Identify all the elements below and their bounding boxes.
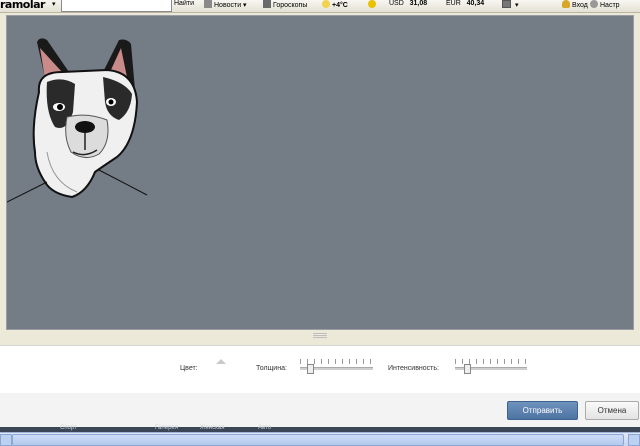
thickness-slider[interactable]: [300, 359, 373, 374]
color-picker-arrow-icon[interactable]: [216, 359, 226, 364]
settings-label: Настр: [600, 2, 620, 9]
toolbar-logo[interactable]: ramolar: [0, 0, 46, 11]
weather-value: +4°C: [332, 2, 348, 9]
bg-item-0: Спорт: [60, 425, 77, 431]
horoscope-label: Гороскопы: [273, 2, 308, 9]
intensity-label: Интенсивность:: [388, 365, 439, 372]
horizontal-scrollbar[interactable]: [0, 432, 640, 446]
news-label: Новости: [214, 2, 242, 9]
intensity-slider[interactable]: [455, 359, 527, 374]
drawing-controls: Цвет: Толщина: Интенсивность:: [0, 345, 640, 395]
browser-toolbar: ramolar ▾ Найти Новости ▾ Гороскопы +4°C…: [0, 0, 640, 13]
dog-drawing: [7, 38, 148, 203]
login-button[interactable]: Вход: [562, 0, 588, 9]
bg-item-2: Женская: [200, 425, 225, 431]
newspaper-icon: [204, 0, 212, 8]
mail-menu[interactable]: ▾: [502, 0, 518, 9]
sun-icon: [322, 0, 330, 8]
thickness-label: Толщина:: [256, 365, 287, 372]
horoscope-menu[interactable]: Гороскопы: [263, 0, 307, 9]
news-menu[interactable]: Новости ▾: [204, 0, 247, 9]
bg-item-3: Авто: [258, 425, 272, 431]
eur-rate: EUR 40,34: [446, 0, 484, 7]
usd-value: 31,08: [409, 0, 428, 7]
chevron-down-icon[interactable]: ▾: [52, 0, 56, 8]
resize-grip[interactable]: [313, 333, 327, 339]
usd-rate: USD 31,08: [389, 0, 427, 7]
send-button[interactable]: Отправить: [507, 401, 578, 420]
horoscope-icon: [263, 0, 271, 8]
mail-icon: [502, 0, 511, 8]
scroll-left-icon[interactable]: [0, 434, 12, 446]
action-bar: Отправить Отмена: [0, 393, 640, 427]
search-input[interactable]: [61, 0, 172, 12]
key-icon: [562, 0, 570, 8]
color-label: Цвет:: [180, 365, 198, 372]
find-button[interactable]: Найти: [174, 0, 194, 7]
thickness-thumb[interactable]: [307, 364, 314, 374]
gear-icon: [590, 0, 598, 8]
cancel-button[interactable]: Отмена: [585, 401, 639, 420]
eur-label: EUR: [446, 0, 461, 7]
bg-item-1: Галерея: [155, 425, 179, 431]
eur-value: 40,34: [466, 0, 485, 7]
drawing-canvas[interactable]: [6, 15, 634, 330]
usd-label: USD: [389, 0, 404, 7]
intensity-thumb[interactable]: [464, 364, 471, 374]
smiley-icon[interactable]: [368, 0, 378, 9]
login-label: Вход: [572, 2, 588, 9]
scrollbar-thumb[interactable]: [12, 434, 624, 446]
weather-widget[interactable]: +4°C: [322, 0, 348, 9]
settings-button[interactable]: Настр: [590, 0, 620, 9]
scroll-right-icon[interactable]: [628, 434, 640, 446]
